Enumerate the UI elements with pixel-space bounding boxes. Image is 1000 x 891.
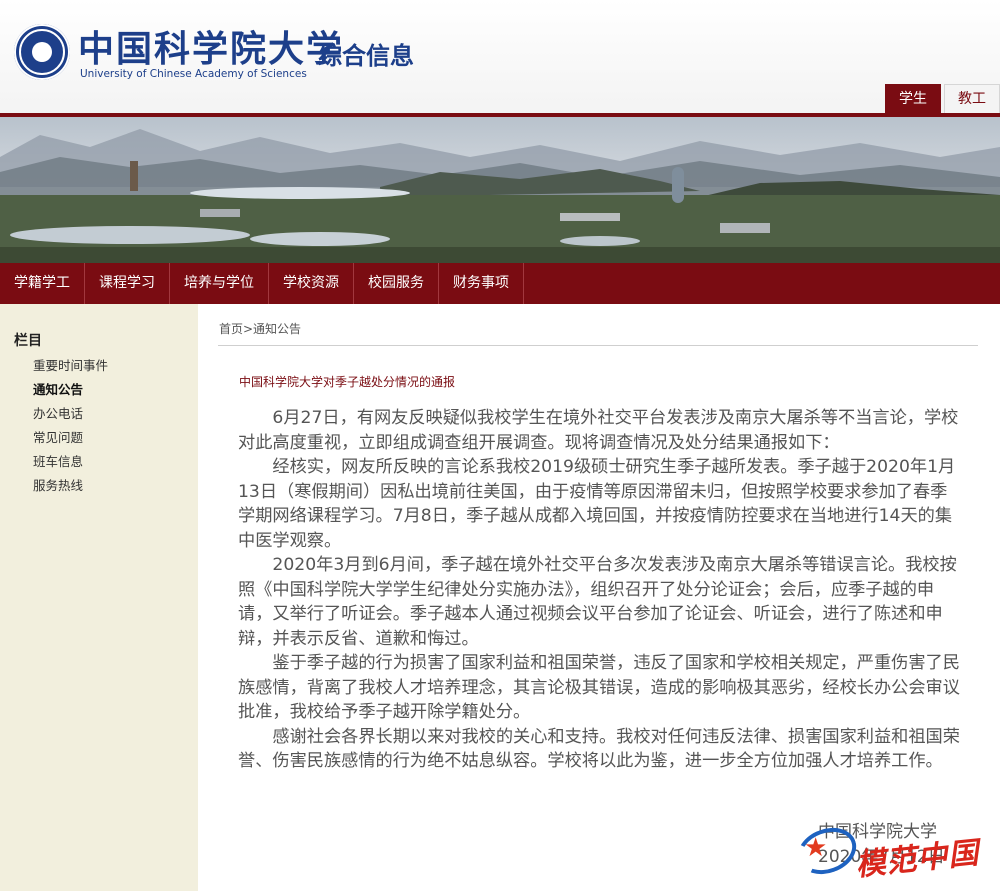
sidebar-title: 栏目 bbox=[14, 333, 42, 349]
article-paragraph: 经核实，网友所反映的言论系我校2019级硕士研究生季子越所发表。季子越于2020… bbox=[238, 457, 956, 551]
article-paragraph: 鉴于季子越的行为损害了国家利益和祖国荣誉，违反了国家和学校相关规定，严重伤害了民… bbox=[238, 653, 960, 722]
article-title: 中国科学院大学对季子越处分情况的通报 bbox=[239, 375, 456, 389]
sidebar-item-office-phones[interactable]: 办公电话 bbox=[33, 402, 108, 426]
breadcrumb-divider bbox=[218, 345, 978, 346]
sidebar-item-hotline[interactable]: 服务热线 bbox=[33, 474, 108, 498]
campus-banner-image bbox=[0, 117, 1000, 263]
nav-item-finance[interactable]: 财务事项 bbox=[439, 263, 524, 304]
sidebar: 栏目 重要时间事件 通知公告 办公电话 常见问题 班车信息 服务热线 bbox=[0, 304, 198, 891]
breadcrumb[interactable]: 首页>通知公告 bbox=[219, 320, 301, 337]
article-body: 6月27日，有网友反映疑似我校学生在境外社交平台发表涉及南京大屠杀等不当言论，学… bbox=[238, 406, 964, 774]
nav-item-enrollment[interactable]: 学籍学工 bbox=[0, 263, 85, 304]
sidebar-item-faq[interactable]: 常见问题 bbox=[33, 426, 108, 450]
role-tabs: 学生 教工 bbox=[882, 84, 1000, 114]
nav-item-resources[interactable]: 学校资源 bbox=[269, 263, 354, 304]
main-nav: 学籍学工 课程学习 培养与学位 学校资源 校园服务 财务事项 bbox=[0, 263, 1000, 304]
nav-item-campus-services[interactable]: 校园服务 bbox=[354, 263, 439, 304]
site-title: 综合信息 bbox=[318, 41, 414, 70]
article-paragraph: 2020年3月到6月间，季子越在境外社交平台多次发表涉及南京大屠杀等错误言论。我… bbox=[238, 555, 957, 649]
university-seal-icon[interactable] bbox=[14, 24, 70, 80]
logo-chinese-name[interactable]: 中国科学院大学 bbox=[78, 20, 344, 72]
nav-item-training-degree[interactable]: 培养与学位 bbox=[170, 263, 269, 304]
sidebar-item-shuttle-bus[interactable]: 班车信息 bbox=[33, 450, 108, 474]
nav-item-courses[interactable]: 课程学习 bbox=[85, 263, 170, 304]
tab-student[interactable]: 学生 bbox=[885, 84, 941, 114]
sidebar-item-key-dates[interactable]: 重要时间事件 bbox=[33, 354, 108, 378]
sidebar-list: 重要时间事件 通知公告 办公电话 常见问题 班车信息 服务热线 bbox=[33, 354, 108, 498]
site-header: 中国科学院大学 University of Chinese Academy of… bbox=[0, 0, 1000, 117]
sidebar-item-notices[interactable]: 通知公告 bbox=[33, 378, 108, 402]
logo-english-name[interactable]: University of Chinese Academy of Science… bbox=[80, 68, 307, 80]
article-paragraph: 6月27日，有网友反映疑似我校学生在境外社交平台发表涉及南京大屠杀等不当言论，学… bbox=[238, 408, 959, 453]
tab-staff[interactable]: 教工 bbox=[944, 84, 1000, 114]
article-paragraph: 感谢社会各界长期以来对我校的关心和支持。我校对任何违反法律、损害国家利益和祖国荣… bbox=[238, 726, 960, 772]
watermark-star-icon: ★ bbox=[804, 833, 828, 863]
